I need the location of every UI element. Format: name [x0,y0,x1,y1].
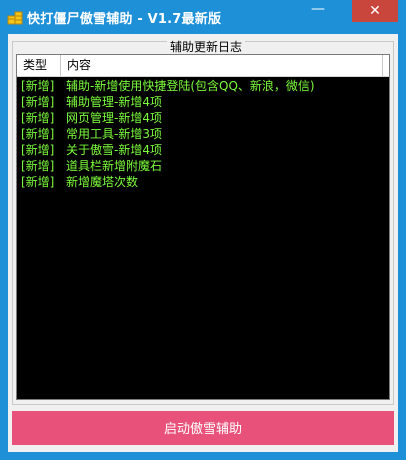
row-type: [新增] [21,159,55,173]
close-icon: ✕ [369,3,381,19]
row-content: 网页管理-新增4项 [66,111,162,125]
row-content: 新增魔塔次数 [66,175,139,189]
list-item[interactable]: [新增] 网页管理-新增4项 [17,110,389,126]
minimize-icon: — [311,1,325,17]
window-title: 快打僵尸傲雪辅助 - V1.7最新版 [27,12,222,27]
row-content: 辅助管理-新增4项 [66,95,162,109]
list-rows: [新增] 辅助-新增使用快捷登陆(包含QQ、新浪，微信) [新增] 辅助管理-新… [17,78,389,190]
row-type: [新增] [21,127,55,141]
app-window: 快打僵尸傲雪辅助 - V1.7最新版 — ✕ 辅助更新日志 类型 内容 [新增]… [0,0,406,460]
group-title: 辅助更新日志 [167,40,246,54]
list-item[interactable]: [新增] 道具栏新增附魔石 [17,158,389,174]
row-content: 常用工具-新增3项 [66,127,162,141]
list-item[interactable]: [新增] 辅助管理-新增4项 [17,94,389,110]
row-content: 关于傲雪-新增4项 [66,143,162,157]
start-assistant-button[interactable]: 启动傲雪辅助 [12,411,394,445]
list-item[interactable]: [新增] 常用工具-新增3项 [17,126,389,142]
row-type: [新增] [21,95,55,109]
list-item[interactable]: [新增] 关于傲雪-新增4项 [17,142,389,158]
close-button[interactable]: ✕ [352,0,398,22]
list-item[interactable]: [新增] 新增魔塔次数 [17,174,389,190]
row-type: [新增] [21,143,55,157]
row-type: [新增] [21,79,55,93]
row-type: [新增] [21,175,55,189]
update-log-list[interactable]: 类型 内容 [新增] 辅助-新增使用快捷登陆(包含QQ、新浪，微信) [新增] … [16,54,390,400]
list-item[interactable]: [新增] 辅助-新增使用快捷登陆(包含QQ、新浪，微信) [17,78,389,94]
client-area: 辅助更新日志 类型 内容 [新增] 辅助-新增使用快捷登陆(包含QQ、新浪，微信… [8,34,398,452]
row-content: 辅助-新增使用快捷登陆(包含QQ、新浪，微信) [66,79,315,93]
gold-coins-icon [6,8,24,26]
list-header: 类型 内容 [17,55,389,77]
row-content: 道具栏新增附魔石 [66,159,163,173]
column-header-content[interactable]: 内容 [61,55,383,76]
minimize-button[interactable]: — [305,0,331,22]
row-type: [新增] [21,111,55,125]
update-log-group: 辅助更新日志 类型 内容 [新增] 辅助-新增使用快捷登陆(包含QQ、新浪，微信… [12,40,394,405]
title-bar[interactable]: 快打僵尸傲雪辅助 - V1.7最新版 — ✕ [0,0,406,34]
column-header-type[interactable]: 类型 [17,55,61,76]
